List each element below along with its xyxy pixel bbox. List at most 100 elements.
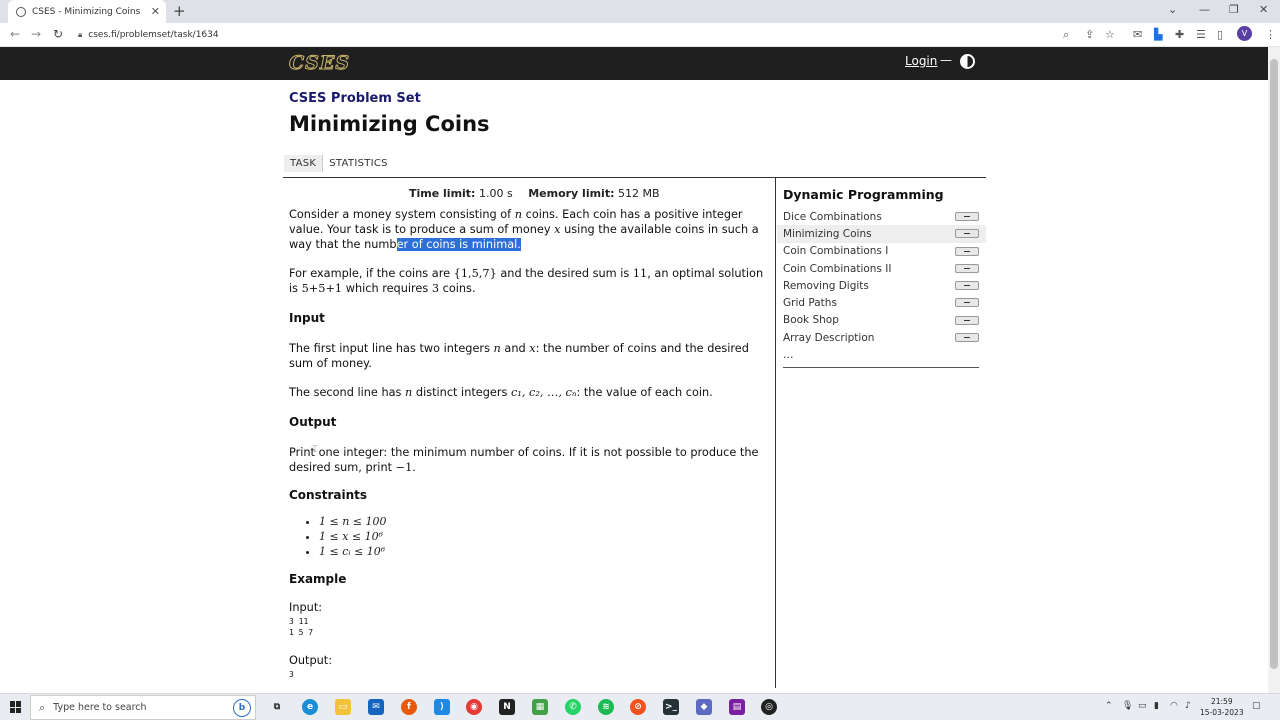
task-status-icon xyxy=(955,246,979,256)
maximize-icon[interactable]: ❐ xyxy=(1229,3,1239,16)
notion-icon[interactable]: N xyxy=(499,699,515,715)
file-explorer-icon[interactable]: ▭ xyxy=(335,699,351,715)
notifications-icon[interactable]: ▢ xyxy=(1252,701,1261,711)
mail-icon[interactable]: ✉ xyxy=(368,699,384,715)
tab-task[interactable]: TASK xyxy=(284,155,324,172)
extensions-puzzle-icon[interactable]: ✚ xyxy=(1175,28,1184,41)
side-panel-icon[interactable]: ▯ xyxy=(1217,28,1223,41)
constraints-heading: Constraints xyxy=(289,488,368,502)
example-heading: Example xyxy=(289,572,347,586)
forward-icon[interactable]: → xyxy=(31,27,41,41)
wifi-icon[interactable]: ◠ xyxy=(1170,701,1178,711)
edge-icon[interactable]: e xyxy=(302,699,318,715)
text: and xyxy=(500,342,530,355)
tray-chevron-icon[interactable]: ⌃ xyxy=(1105,701,1113,711)
dev-tool-icon[interactable]: ◆ xyxy=(696,699,712,715)
mouse-cursor: ⌶ xyxy=(312,444,318,455)
volume-icon[interactable]: ♪ xyxy=(1185,701,1191,711)
browser-tab[interactable]: CSES - Minimizing Coins ✕ xyxy=(8,0,166,23)
theme-toggle-icon[interactable] xyxy=(960,54,975,69)
chrome-menu-icon[interactable]: ⋮ xyxy=(1265,28,1276,41)
reading-list-icon[interactable]: ☰ xyxy=(1196,28,1206,41)
text: and the desired sum is xyxy=(496,267,633,280)
math-three: 3 xyxy=(431,282,440,295)
text: Print one integer: the minimum number of… xyxy=(289,446,759,474)
microphone-icon[interactable]: 🎙︎ xyxy=(1122,701,1133,711)
site-header: CSES Login — xyxy=(0,47,1268,80)
github-icon[interactable]: ◎ xyxy=(761,699,777,715)
cses-logo[interactable]: CSES xyxy=(288,52,350,75)
minimize-icon[interactable]: — xyxy=(1199,3,1210,16)
whatsapp-icon[interactable]: ✆ xyxy=(565,699,581,715)
sidebar-item-book-shop[interactable]: Book Shop xyxy=(777,312,986,329)
postman-icon[interactable]: ⊘ xyxy=(630,699,646,715)
address-bar[interactable]: 🔒︎ cses.fi/problemset/task/1634 xyxy=(78,26,1078,44)
spotify-icon[interactable]: ≋ xyxy=(598,699,614,715)
scrollbar-thumb[interactable] xyxy=(1270,59,1278,669)
system-clock[interactable]: 21:59 15-03-2023 xyxy=(1200,696,1244,718)
sidebar-item-label: Coin Combinations II xyxy=(783,262,892,275)
tab-statistics[interactable]: STATISTICS xyxy=(323,155,394,172)
constraint-item: 1 ≤ cᵢ ≤ 10⁶ xyxy=(319,544,387,559)
clapper-icon[interactable]: ▤ xyxy=(729,699,745,715)
task-view-icon[interactable]: ⧉ xyxy=(269,699,285,715)
new-tab-icon[interactable]: + xyxy=(173,2,186,20)
battery-icon[interactable]: ▮ xyxy=(1154,701,1159,711)
profile-avatar[interactable]: V xyxy=(1237,26,1252,41)
math-expr: 5+5+1 xyxy=(301,282,343,295)
zoom-icon[interactable]: ⌕ xyxy=(1063,28,1069,42)
display-icon[interactable]: ▭ xyxy=(1138,701,1147,711)
back-icon[interactable]: ← xyxy=(10,27,20,41)
sidebar-item-dice-combinations[interactable]: Dice Combinations xyxy=(777,208,986,225)
sidebar-item-label: Book Shop xyxy=(783,314,839,327)
input-heading: Input xyxy=(289,311,325,325)
bing-icon[interactable]: b xyxy=(233,699,251,717)
sidebar-item-label: Dice Combinations xyxy=(783,210,882,223)
example-output-line: 3 xyxy=(289,670,294,679)
page-scrollbar[interactable] xyxy=(1268,47,1280,693)
vscode-icon[interactable]: ⟩ xyxy=(434,699,450,715)
sidebar-item-array-description[interactable]: Array Description xyxy=(777,329,986,346)
task-status-icon xyxy=(955,281,979,291)
sidebar-item-minimizing-coins[interactable]: Minimizing Coins xyxy=(777,225,986,243)
bookmark-star-icon[interactable]: ☆ xyxy=(1105,28,1115,41)
example-output-label: Output: xyxy=(289,654,333,667)
sidebar-item-coin-combinations-ii[interactable]: Coin Combinations II xyxy=(777,260,986,277)
text: The first input line has two integers xyxy=(289,342,494,355)
sidebar-item-grid-paths[interactable]: Grid Paths xyxy=(777,294,986,311)
task-status-icon xyxy=(955,333,979,343)
sidebar-item-label: Array Description xyxy=(783,331,875,344)
login-link[interactable]: Login xyxy=(905,54,937,68)
firefox-icon[interactable]: f xyxy=(401,699,417,715)
windows-start-icon[interactable] xyxy=(10,701,22,713)
url-text: cses.fi/problemset/task/1634 xyxy=(88,30,219,40)
sidebar-more-link[interactable]: ... xyxy=(783,348,794,361)
memory-limit-label: Memory limit: xyxy=(528,187,615,200)
minecraft-icon[interactable]: ▦ xyxy=(532,699,548,715)
reload-icon[interactable]: ↻ xyxy=(53,27,63,41)
share-icon[interactable]: ⇪ xyxy=(1085,28,1094,41)
problem-set-heading[interactable]: CSES Problem Set xyxy=(289,91,421,106)
extension-gmail-icon[interactable]: ✉ xyxy=(1133,28,1142,41)
search-placeholder: Type here to search xyxy=(53,702,147,713)
task-status-icon xyxy=(955,212,979,221)
close-window-icon[interactable]: ✕ xyxy=(1259,3,1268,16)
extension-blue-icon[interactable]: ▙ xyxy=(1154,28,1162,41)
example-input-label: Input: xyxy=(289,601,323,614)
input-paragraph-1: The first input line has two integers n … xyxy=(289,341,767,371)
close-tab-icon[interactable]: ✕ xyxy=(151,5,160,18)
example-input-line: 1 5 7 xyxy=(289,628,314,637)
taskbar-search-box[interactable]: ⌕ Type here to search b xyxy=(30,695,256,720)
limits-line: Time limit: 1.00 s Memory limit: 512 MB xyxy=(409,187,660,200)
header-separator: — xyxy=(940,53,952,67)
sidebar-item-removing-digits[interactable]: Removing Digits xyxy=(777,277,986,294)
chrome-icon[interactable]: ◉ xyxy=(466,699,482,715)
constraint-item: 1 ≤ x ≤ 10⁶ xyxy=(319,529,387,544)
windows-taskbar: ⌕ Type here to search b ⧉ e ▭ ✉ f ⟩ ◉ N … xyxy=(0,693,1280,720)
sidebar-item-coin-combinations-i[interactable]: Coin Combinations I xyxy=(777,243,986,260)
output-heading: Output xyxy=(289,415,337,429)
site-favicon-icon xyxy=(16,6,26,17)
math-n: n xyxy=(493,342,501,355)
tab-search-icon[interactable]: ⌄ xyxy=(1168,3,1177,16)
terminal-icon[interactable]: >_ xyxy=(663,699,679,715)
